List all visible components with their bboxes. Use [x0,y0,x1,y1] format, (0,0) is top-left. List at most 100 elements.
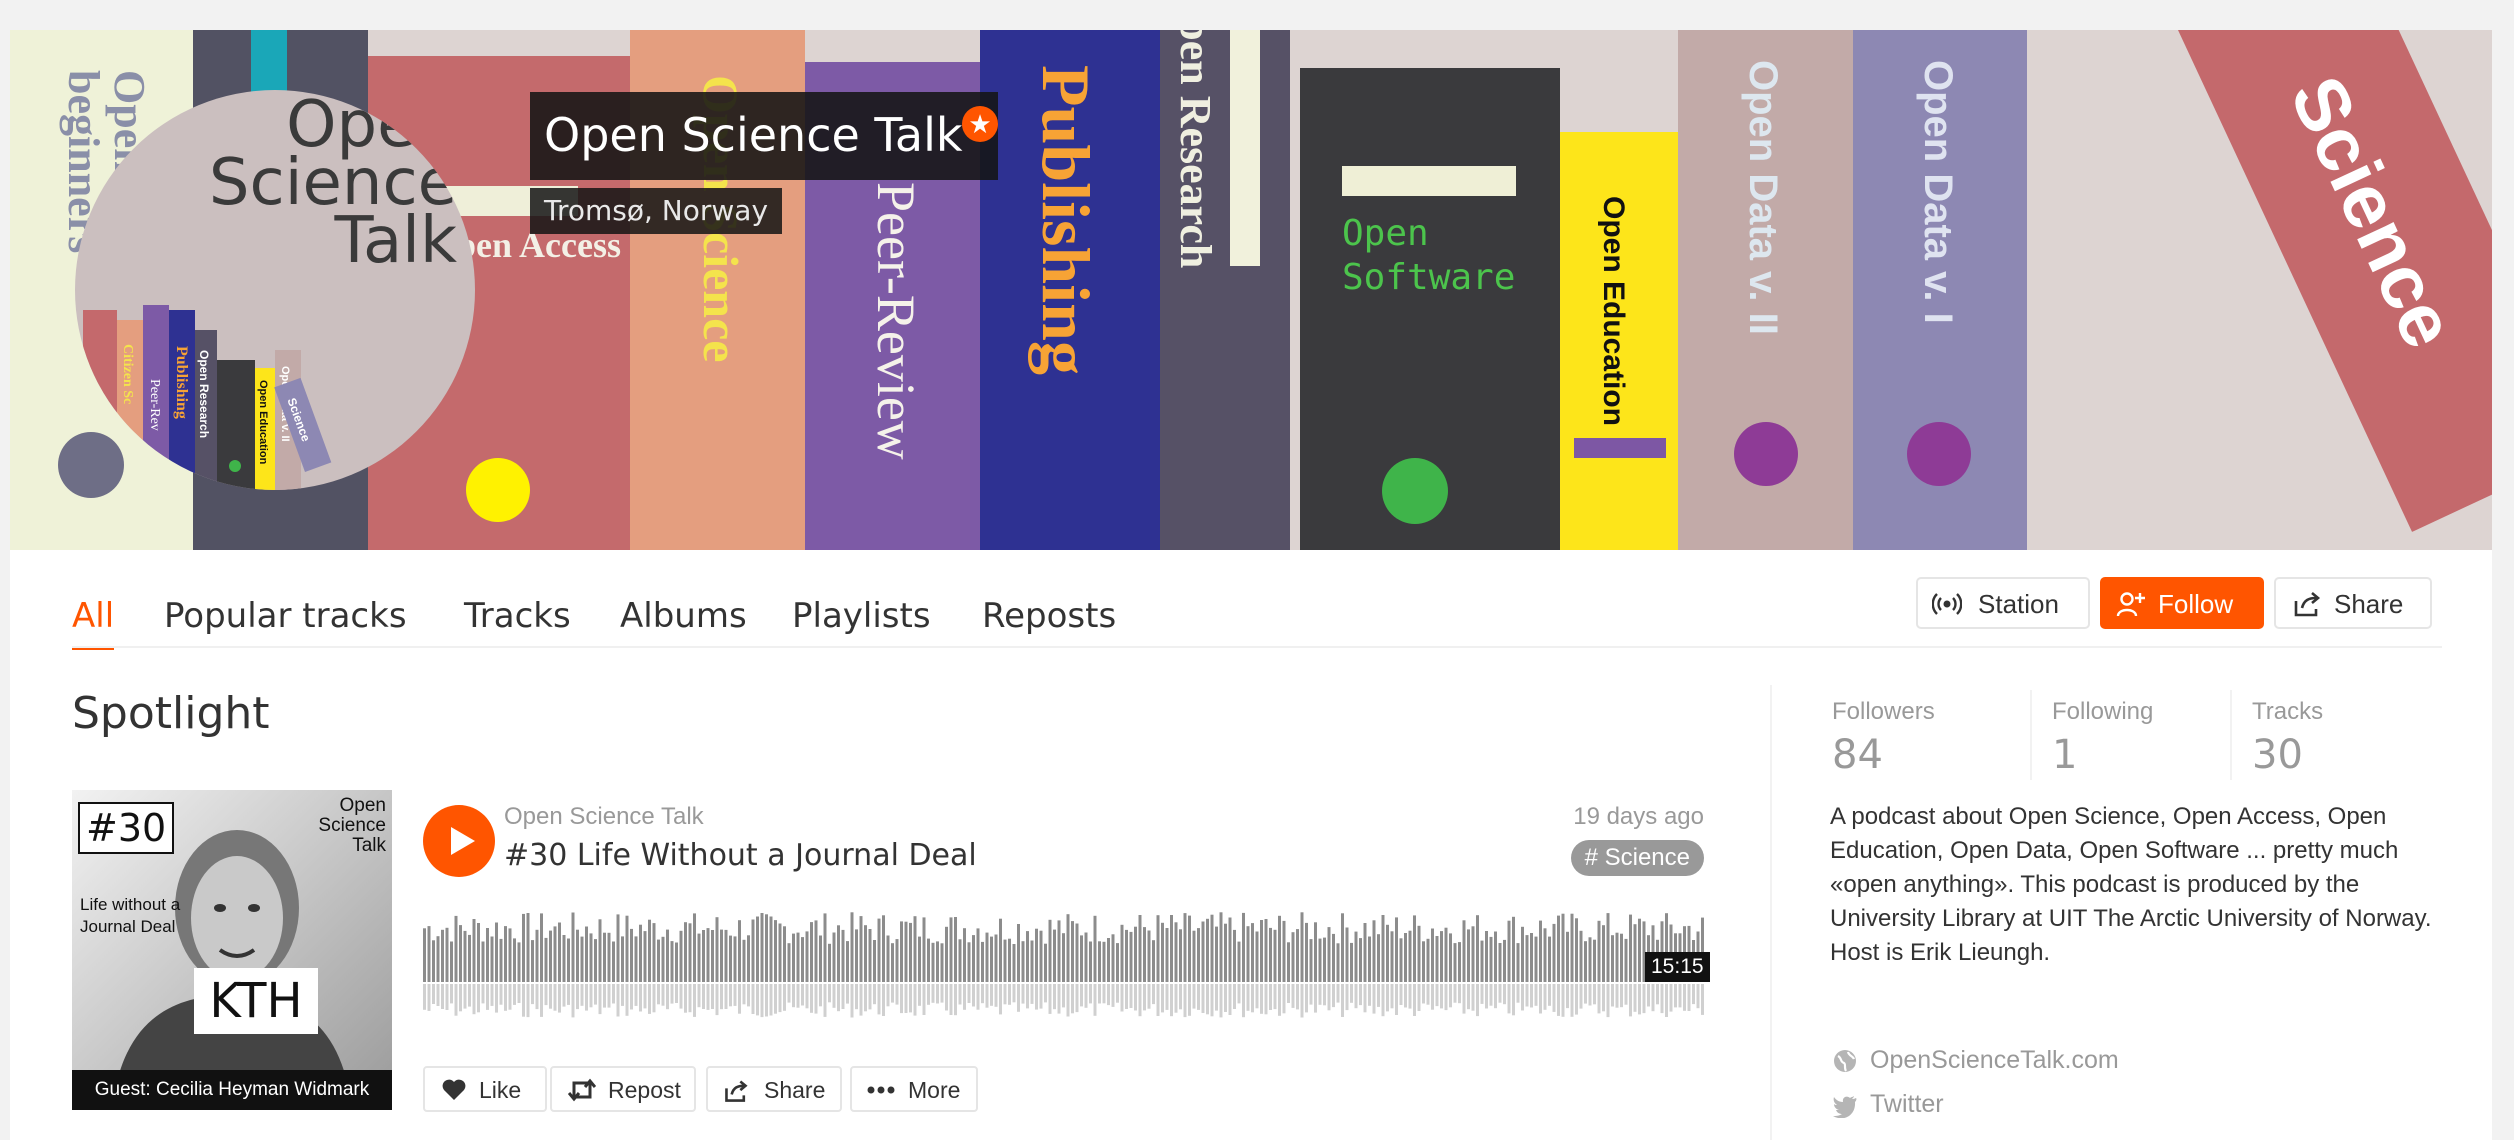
waveform-bar [1426,938,1430,982]
tab-albums[interactable]: Albums [620,590,747,646]
waveform-reflection-bar [963,984,966,1010]
episode-number: #30 [78,802,175,854]
globe-icon [1834,1050,1856,1072]
tab-playlists[interactable]: Playlists [792,590,931,646]
waveform-reflection-bar [1341,984,1344,1017]
waveform-reflection-bar [909,984,912,1013]
waveform-reflection-bar [1219,984,1223,1018]
waveform-reflection-bar [796,984,800,1008]
tab-all[interactable]: All [72,590,115,650]
tab-tracks[interactable]: Tracks [464,590,571,646]
waveform-reflection-bar [1408,984,1412,1009]
waveform-bar [481,941,485,982]
waveform-bar [1314,922,1317,982]
play-button[interactable] [423,805,495,877]
waveform-reflection-bar [1296,984,1299,1010]
waveform-bar [1044,943,1047,982]
waveform-reflection-bar [607,984,611,1008]
waveform-bar [517,942,521,982]
waveform-bar [495,922,498,982]
waveform-reflection-bar [1687,984,1691,1011]
stat-followers[interactable]: Followers 84 [1832,698,1935,778]
waveform-reflection-bar [1102,984,1106,1004]
track-share-button[interactable]: Share [706,1066,842,1112]
waveform-reflection-bar [1120,984,1124,1012]
waveform-reflection-bar [454,984,458,1016]
book-dot [1734,422,1798,486]
waveform-reflection-bar [495,984,498,1013]
waveform-bar [535,929,539,982]
waveform-reflection-bar [1098,984,1101,1004]
waveform-bar [778,923,782,982]
station-button[interactable]: Station [1916,577,2090,629]
banner-dot [58,432,124,498]
stat-value: 30 [2252,732,2303,778]
follow-button[interactable]: Follow [2100,577,2264,629]
waveform-bar [432,940,435,982]
waveform-bar [454,915,458,982]
stat-value: 1 [2052,732,2078,778]
waveform-reflection-bar [1440,984,1443,1009]
waveform-reflection-bar [760,984,764,1018]
waveform-reflection-bar [1494,984,1497,1009]
waveform-reflection-bar [436,984,440,1006]
spine-label: Open Research [1171,30,1220,269]
waveform-reflection-bar [972,984,975,1007]
track-artwork[interactable]: #30 Open Science Talk Life without a Jou… [72,790,392,1110]
waveform-bar [904,921,908,982]
like-button[interactable]: Like [423,1066,547,1112]
waveform-reflection-bar [688,984,692,1013]
waveform-bar [733,936,737,982]
waveform-reflection-bar [1471,984,1475,1011]
waveform-bar [1390,931,1394,982]
waveform-reflection-bar [1210,984,1214,1017]
tab-popular-tracks[interactable]: Popular tracks [164,590,407,646]
waveform-reflection-bar [1233,984,1236,1009]
waveform-reflection-bar [666,984,669,1010]
waveform-bar [954,917,957,982]
waveform-bar [891,943,894,982]
waveform-bar [1363,923,1367,982]
waveform-reflection-bar [630,984,633,1010]
waveform-bar [792,933,795,982]
waveform-bar [450,941,453,982]
waveform-bar [774,920,777,982]
waveform-bar [1566,931,1569,982]
waveform-reflection-bar [1584,984,1587,1004]
repost-button[interactable]: Repost [550,1066,696,1112]
waveform-bar [1593,939,1596,982]
waveform-reflection-bar [1215,984,1218,1011]
waveform-bar [1048,919,1052,982]
waveform-reflection-bar [499,984,503,1005]
waveform-bar [1233,929,1236,982]
waveform-bar [738,920,741,982]
waveform-bar [837,925,840,982]
waveform-bar [1170,915,1173,982]
stat-following[interactable]: Following 1 [2052,698,2153,778]
waveform-bar [1638,918,1641,982]
waveform-reflection-bar [486,984,489,1010]
more-button[interactable]: More [850,1066,978,1112]
waveform-reflection-bar [441,984,444,1009]
waveform-bar [1557,915,1560,982]
tab-reposts[interactable]: Reposts [982,590,1116,646]
track-title[interactable]: #30 Life Without a Journal Deal [504,838,977,873]
track-waveform[interactable] [423,910,1707,1050]
genre-tag[interactable]: # Science [1570,840,1704,876]
waveform-reflection-bar [1179,984,1182,1010]
waveform-bar [1030,940,1034,982]
waveform-reflection-bar [900,984,903,1014]
waveform-bar [1138,915,1142,982]
waveform-bar [999,918,1002,982]
waveform-reflection-bar [423,984,426,1010]
like-label: Like [479,1077,522,1103]
share-button[interactable]: Share [2274,577,2432,629]
waveform-bar [1021,941,1025,982]
track-uploader[interactable]: Open Science Talk [504,803,704,831]
waveform-bar [1368,936,1371,982]
waveform-bar [612,941,615,982]
waveform-bar [886,935,890,982]
stat-tracks[interactable]: Tracks 30 [2252,698,2323,778]
waveform-bar [751,919,755,982]
waveform-bar [1440,931,1443,982]
